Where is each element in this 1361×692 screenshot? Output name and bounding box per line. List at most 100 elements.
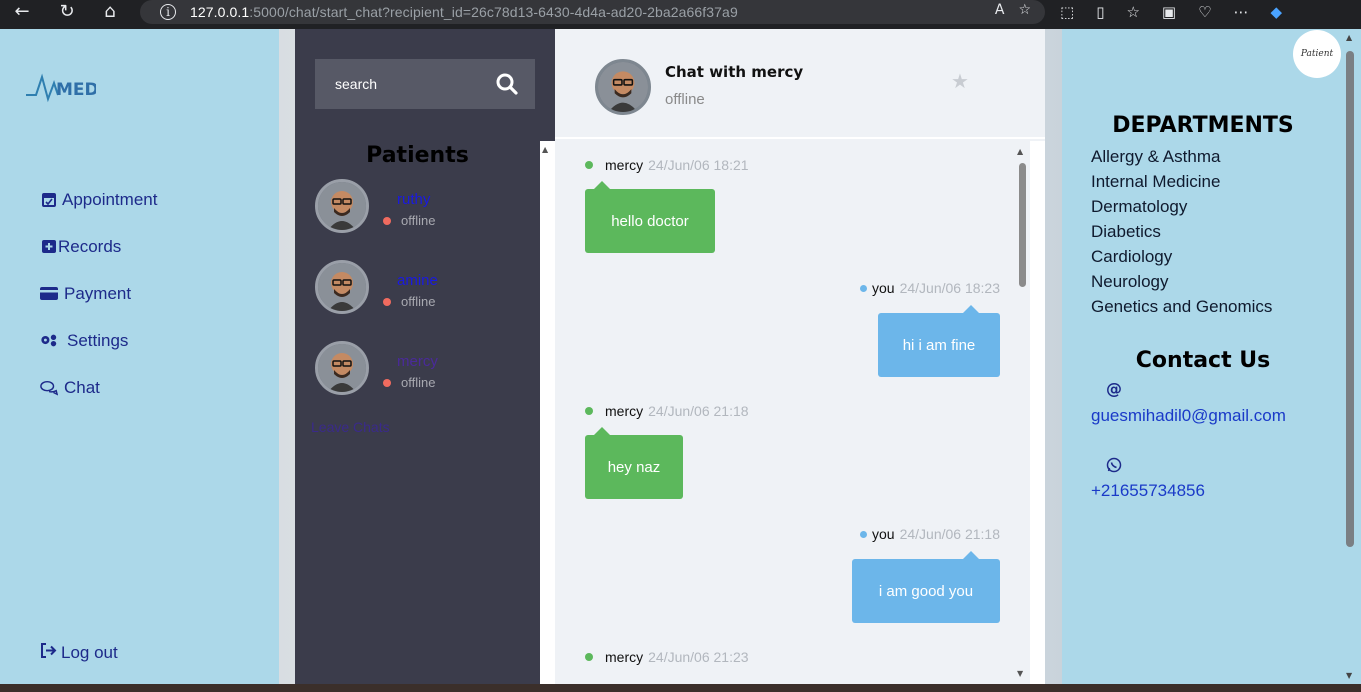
scroll-down-arrow-icon[interactable]: ▼ <box>1017 669 1023 678</box>
contact-phone-link[interactable]: +21655734856 <box>1091 481 1205 501</box>
logout-button[interactable]: Log out <box>40 643 118 663</box>
profile-badge-text: Patient <box>1300 49 1334 59</box>
gears-icon <box>40 332 58 350</box>
departments-list: Allergy & Asthma Internal Medicine Derma… <box>1091 144 1272 319</box>
collections-icon[interactable]: ▣ <box>1162 3 1176 21</box>
sidebar-item-records[interactable]: Records <box>40 223 157 270</box>
patient-item-ruthy[interactable]: ruthy offline <box>315 179 545 239</box>
message-sender: mercy <box>605 157 644 173</box>
department-item: Internal Medicine <box>1091 172 1221 191</box>
departments-title: DEPARTMENTS <box>1112 113 1294 138</box>
whatsapp-icon <box>1106 457 1122 473</box>
sender-dot <box>585 653 593 661</box>
message-time: 24/Jun/06 18:21 <box>648 157 749 173</box>
patient-name[interactable]: mercy <box>397 353 438 370</box>
extensions-icon[interactable]: ⬚ <box>1060 3 1074 21</box>
chat-header: Chat with mercy offline ★ <box>555 29 1045 139</box>
message-time: 24/Jun/06 18:23 <box>899 280 1000 296</box>
email-at-icon: @ <box>1106 379 1122 398</box>
sender-dot <box>860 284 867 292</box>
copilot-icon[interactable]: ◆ <box>1271 3 1283 21</box>
offline-status-dot <box>383 297 391 306</box>
credit-card-icon <box>40 285 58 303</box>
sender-dot <box>585 161 593 169</box>
page-scrollbar[interactable]: ▲ ▼ <box>1342 29 1361 684</box>
message-bubble-outgoing: hi i am fine <box>878 305 1000 377</box>
sidebar-item-payment[interactable]: Payment <box>40 270 157 317</box>
home-icon[interactable]: ⌂ <box>96 0 124 22</box>
address-bar[interactable]: i 127.0.0.1:5000/chat/start_chat?recipie… <box>140 0 1045 24</box>
patients-title: Patients <box>366 143 469 168</box>
sender-dot <box>585 407 593 415</box>
back-icon[interactable]: ← <box>8 0 36 22</box>
message-bubble-incoming: hey naz <box>585 427 683 499</box>
message-sender: you <box>872 280 895 296</box>
department-item: Dermatology <box>1091 197 1188 216</box>
medx-logo: MEDX <box>26 73 96 103</box>
scroll-up-arrow-icon[interactable]: ▲ <box>1017 147 1023 156</box>
sidebar-item-label: Records <box>58 236 122 256</box>
patient-status: offline <box>383 213 435 228</box>
info-panel: DEPARTMENTS Allergy & Asthma Internal Me… <box>1062 29 1342 684</box>
reload-icon[interactable]: ↻ <box>53 0 81 22</box>
calendar-check-icon <box>40 191 58 209</box>
site-info-icon[interactable]: i <box>160 4 176 20</box>
message-sender: mercy <box>605 649 644 665</box>
sidebar-item-appointment[interactable]: Appointment <box>40 176 157 223</box>
patient-item-mercy[interactable]: mercy offline <box>315 341 545 401</box>
sidebar-item-label: Chat <box>64 377 100 397</box>
profile-badge[interactable]: Patient <box>1293 30 1341 78</box>
patients-panel: Patients ruthy offline amine offline mer… <box>295 29 555 684</box>
patient-name[interactable]: amine <box>397 272 438 289</box>
message-time: 24/Jun/06 21:18 <box>899 526 1000 542</box>
scroll-down-arrow-icon[interactable]: ▼ <box>1346 671 1352 680</box>
message-meta: you 24/Jun/06 18:23 <box>860 280 1000 296</box>
chat-status: offline <box>665 91 705 108</box>
star-icon[interactable]: ★ <box>951 69 969 93</box>
messages-area: ▲ mercy 24/Jun/06 18:21 hello doctor you… <box>540 141 1045 684</box>
search-icon[interactable] <box>495 72 519 96</box>
contact-email-link[interactable]: guesmihadil0@gmail.com <box>1091 406 1286 426</box>
chat-bubbles-icon <box>40 379 58 397</box>
message-meta: mercy 24/Jun/06 21:18 <box>585 403 749 419</box>
department-item: Allergy & Asthma <box>1091 147 1221 166</box>
message-meta: mercy 24/Jun/06 21:23 <box>585 649 749 665</box>
health-icon[interactable]: ♡ <box>1198 3 1211 21</box>
sidebar-item-settings[interactable]: Settings <box>40 317 157 364</box>
message-meta: you 24/Jun/06 21:18 <box>860 526 1000 542</box>
read-aloud-icon[interactable]: A <box>995 2 1005 18</box>
sidebar-item-chat[interactable]: Chat <box>40 364 157 411</box>
sidebar-item-label: Payment <box>64 283 132 303</box>
patient-name[interactable]: ruthy <box>397 191 430 208</box>
chat-title: Chat with mercy <box>665 63 804 81</box>
sender-dot <box>860 530 867 538</box>
split-screen-icon[interactable]: ▯ <box>1096 3 1104 21</box>
message-list: mercy 24/Jun/06 18:21 hello doctor you 2… <box>555 141 1030 684</box>
more-icon[interactable]: ⋯ <box>1234 3 1249 21</box>
offline-status-dot <box>383 216 391 225</box>
medical-record-icon <box>40 238 58 256</box>
favorite-star-icon[interactable]: ☆ <box>1018 2 1031 18</box>
search-box <box>315 59 535 109</box>
patient-status: offline <box>383 294 435 309</box>
favorites-icon[interactable]: ☆ <box>1126 3 1139 21</box>
search-input[interactable] <box>335 76 485 92</box>
patient-avatar <box>315 260 369 314</box>
taskbar-strip <box>0 684 1361 692</box>
messages-scrollbar[interactable]: ▲ ▼ <box>1016 145 1028 680</box>
page-scrollbar-thumb[interactable] <box>1346 51 1354 547</box>
leave-chats-link[interactable]: Leave Chats <box>311 419 390 435</box>
browser-toolbar: ← ↻ ⌂ i 127.0.0.1:5000/chat/start_chat?r… <box>0 0 1361 29</box>
message-sender: you <box>872 526 895 542</box>
patient-item-amine[interactable]: amine offline <box>315 260 545 320</box>
messages-scrollbar-thumb[interactable] <box>1019 163 1026 287</box>
patient-status: offline <box>383 375 435 390</box>
message-time: 24/Jun/06 21:23 <box>648 649 749 665</box>
patient-avatar <box>315 179 369 233</box>
offline-status-dot <box>383 378 391 387</box>
scroll-up-arrow-icon[interactable]: ▲ <box>1346 33 1352 42</box>
chat-panel: Chat with mercy offline ★ ▲ mercy 24/Jun… <box>540 29 1045 684</box>
logout-icon <box>40 643 57 663</box>
sidebar-item-label: Settings <box>67 330 129 350</box>
scroll-up-arrow-icon[interactable]: ▲ <box>542 145 548 154</box>
